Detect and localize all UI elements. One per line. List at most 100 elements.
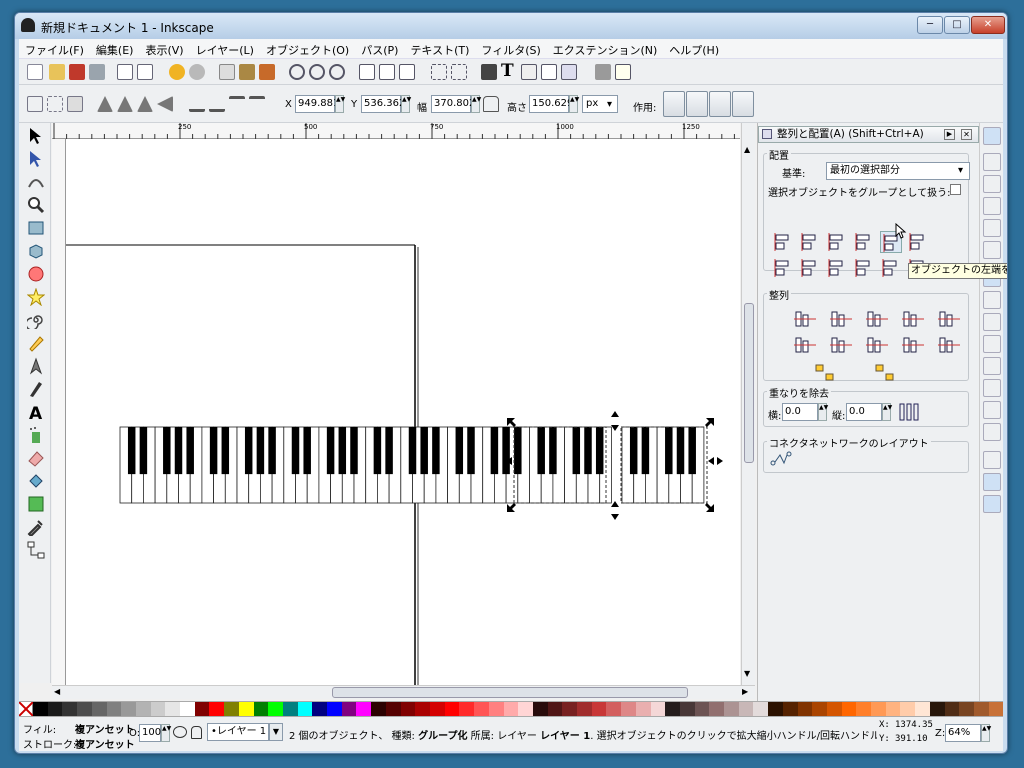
color-swatch[interactable] — [180, 702, 195, 716]
distribute-button-11[interactable] — [814, 363, 836, 383]
color-swatch[interactable] — [826, 702, 842, 716]
zoom-field[interactable]: 64% — [945, 724, 981, 742]
color-swatch[interactable] — [194, 702, 210, 716]
snap-bbox-edge-toggle[interactable] — [983, 175, 1001, 193]
lower-icon[interactable] — [229, 96, 245, 112]
relative-to-select[interactable]: 最初の選択部分 — [826, 162, 970, 180]
snap-page-border-toggle[interactable] — [983, 451, 1001, 469]
keyboard-large[interactable] — [119, 426, 612, 504]
color-swatch[interactable] — [856, 702, 872, 716]
x-field[interactable]: 949.881 — [295, 95, 339, 113]
color-swatch[interactable] — [33, 702, 48, 716]
scroll-down-icon[interactable]: ▼ — [744, 669, 750, 678]
select-all-layers-icon[interactable] — [47, 96, 63, 112]
remove-overlaps-button[interactable] — [899, 402, 919, 422]
color-swatch[interactable] — [106, 702, 122, 716]
snap-bbox-midpoint-toggle[interactable] — [983, 219, 1001, 237]
color-swatch[interactable] — [62, 702, 78, 716]
color-swatch[interactable] — [459, 702, 475, 716]
close-button[interactable]: ✕ — [971, 16, 1005, 34]
paint-bucket-tool-icon[interactable] — [27, 472, 45, 490]
align-button-3[interactable] — [826, 231, 848, 253]
color-swatch[interactable] — [621, 702, 636, 716]
color-swatch[interactable] — [297, 702, 313, 716]
snap-guide-toggle[interactable] — [983, 495, 1001, 513]
ellipse-tool-icon[interactable] — [27, 265, 45, 283]
snap-object-center-toggle[interactable] — [983, 401, 1001, 419]
dock-iconify-icon[interactable]: ▶ — [944, 129, 955, 140]
color-swatch[interactable] — [327, 702, 342, 716]
cut-icon[interactable] — [239, 64, 255, 80]
color-swatch[interactable] — [400, 702, 416, 716]
text-font-icon[interactable]: T — [501, 62, 517, 80]
flip-horizontal-icon[interactable] — [137, 96, 153, 112]
color-swatch[interactable] — [606, 702, 622, 716]
rotate-ccw-icon[interactable] — [97, 96, 113, 112]
group-icon[interactable] — [431, 64, 447, 80]
eye-icon[interactable] — [173, 726, 187, 738]
color-swatch[interactable] — [429, 702, 445, 716]
color-swatch[interactable] — [929, 702, 945, 716]
snap-path-toggle[interactable] — [983, 291, 1001, 309]
color-swatch[interactable] — [488, 702, 504, 716]
snap-intersection-toggle[interactable] — [983, 313, 1001, 331]
color-swatch[interactable] — [371, 702, 386, 716]
eraser-tool-icon[interactable] — [27, 449, 45, 467]
color-swatch[interactable] — [915, 702, 930, 716]
align-button-5[interactable] — [880, 257, 902, 279]
stroke-value[interactable]: 複アンセット — [75, 736, 135, 751]
color-swatch[interactable] — [121, 702, 136, 716]
horizontal-scroll-thumb[interactable] — [332, 687, 688, 698]
preferences-icon[interactable] — [595, 64, 611, 80]
zoom-tool-icon[interactable] — [27, 196, 45, 214]
distribute-button-8[interactable] — [866, 335, 888, 355]
align-button-6[interactable] — [907, 231, 929, 253]
menu-file[interactable]: ファイル(F) — [19, 39, 90, 61]
star-tool-icon[interactable] — [27, 288, 45, 306]
menu-extensions[interactable]: エクステンション(N) — [547, 39, 663, 61]
align-button-1[interactable] — [772, 257, 794, 279]
save-icon[interactable] — [69, 64, 85, 80]
color-swatch[interactable] — [665, 702, 680, 716]
color-swatch[interactable] — [679, 702, 695, 716]
fill-value[interactable]: 複アンセット — [75, 721, 135, 736]
scale-stroke-toggle[interactable] — [663, 91, 685, 117]
selector-tool-icon[interactable] — [27, 127, 45, 145]
color-swatch[interactable] — [91, 702, 107, 716]
color-swatch[interactable] — [385, 702, 401, 716]
keyboard-small[interactable] — [621, 426, 705, 504]
ungroup-icon[interactable] — [451, 64, 467, 80]
vertical-scrollbar[interactable]: ▲ ▼ — [741, 123, 755, 685]
color-swatch[interactable] — [77, 702, 92, 716]
open-icon[interactable] — [49, 64, 65, 80]
h-gap-field[interactable]: 0.0 — [782, 403, 818, 421]
y-spinner[interactable]: ▲▼ — [401, 95, 411, 113]
undo-icon[interactable] — [169, 64, 185, 80]
node-tool-icon[interactable] — [27, 150, 45, 168]
color-swatch[interactable] — [547, 702, 563, 716]
color-swatch[interactable] — [444, 702, 460, 716]
color-swatch[interactable] — [268, 702, 283, 716]
color-swatch[interactable] — [282, 702, 298, 716]
h-gap-spinner[interactable]: ▲▼ — [818, 403, 828, 421]
rotate-cw-icon[interactable] — [117, 96, 133, 112]
color-swatch[interactable] — [532, 702, 548, 716]
color-swatch[interactable] — [753, 702, 769, 716]
distribute-button-4[interactable] — [902, 309, 924, 329]
scale-corners-toggle[interactable] — [686, 91, 708, 117]
layers-icon[interactable] — [521, 64, 537, 80]
raise-icon[interactable] — [209, 96, 225, 112]
no-paint-swatch[interactable] — [19, 702, 33, 716]
color-swatch[interactable] — [782, 702, 798, 716]
clone-icon[interactable] — [379, 64, 395, 80]
color-swatch[interactable] — [841, 702, 857, 716]
snap-midpoint-toggle[interactable] — [983, 379, 1001, 397]
menu-text[interactable]: テキスト(T) — [404, 39, 475, 61]
color-swatch[interactable] — [135, 702, 151, 716]
redo-icon[interactable] — [189, 64, 205, 80]
transform-patterns-toggle[interactable] — [732, 91, 754, 117]
box3d-tool-icon[interactable] — [27, 242, 45, 260]
color-swatch[interactable] — [474, 702, 489, 716]
drawing-canvas[interactable] — [66, 139, 740, 685]
v-gap-field[interactable]: 0.0 — [846, 403, 882, 421]
